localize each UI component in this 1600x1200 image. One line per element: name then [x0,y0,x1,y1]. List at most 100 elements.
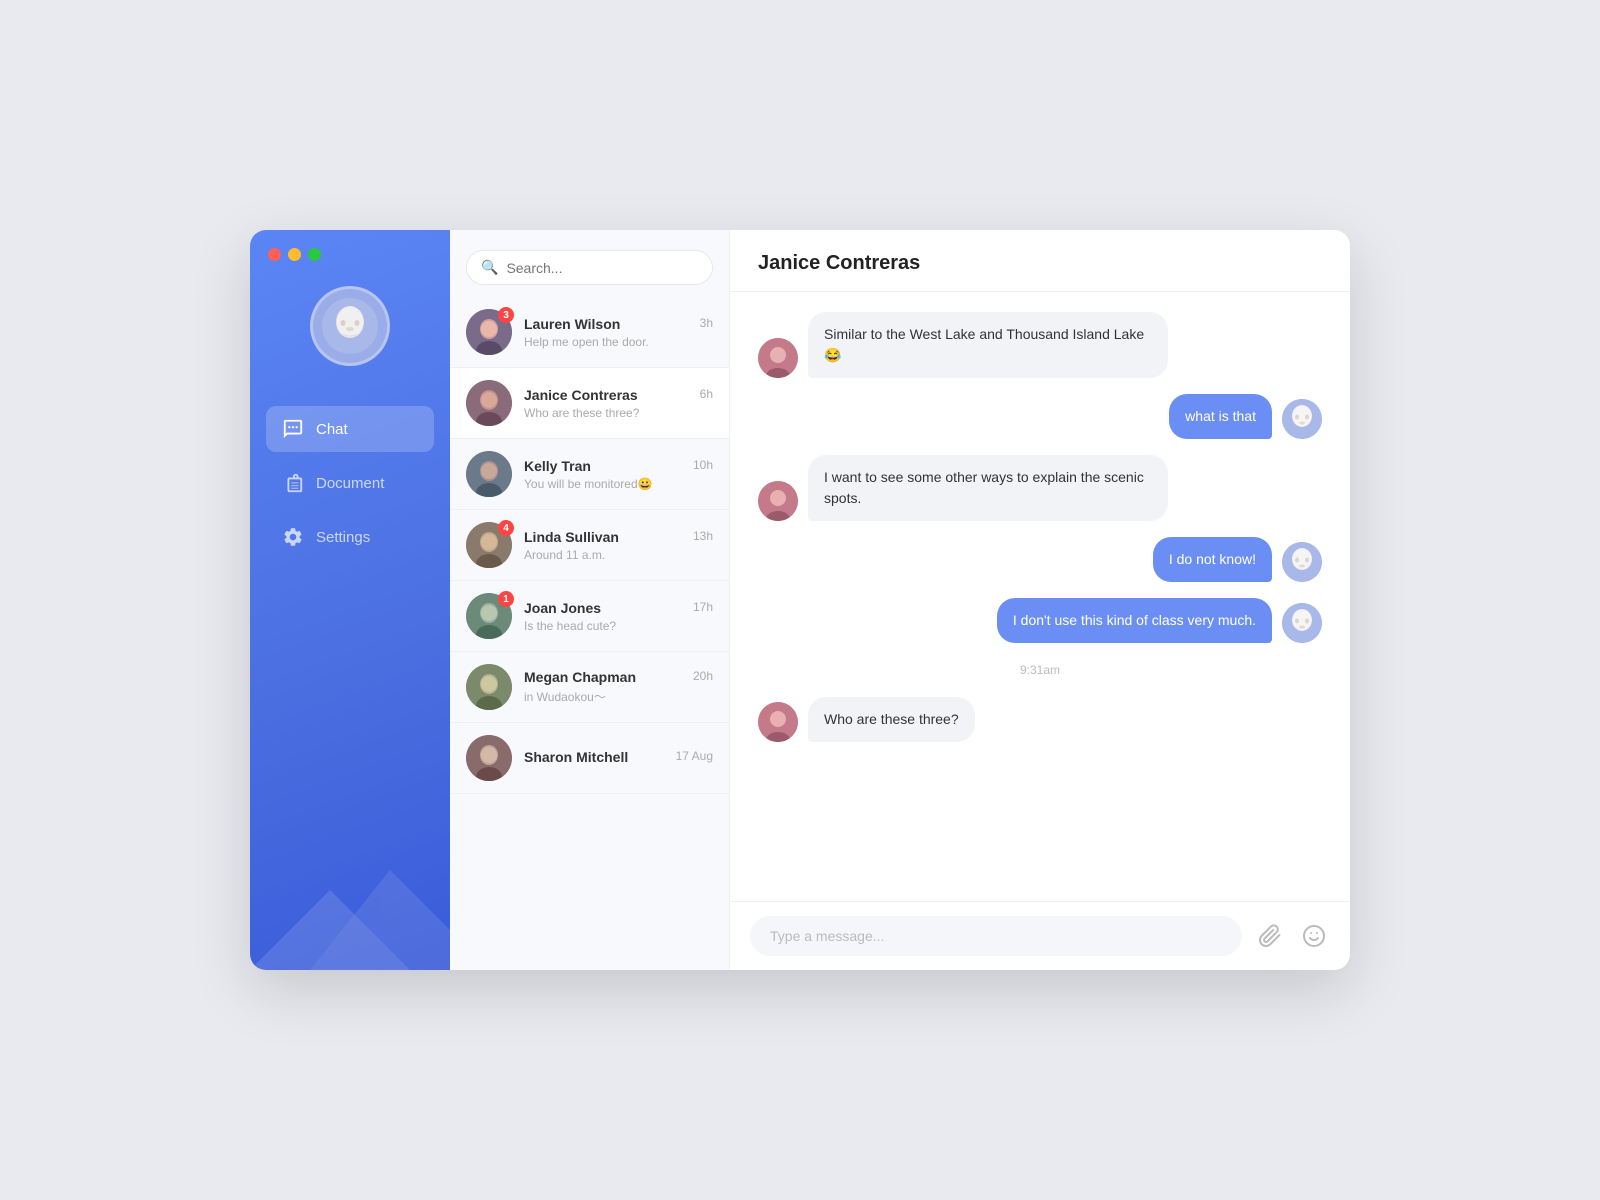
contact-info-linda: Linda Sullivan 13h Around 11 a.m. [524,529,713,562]
chat-messages: Similar to the West Lake and Thousand Is… [730,292,1350,901]
contact-item-joan[interactable]: 1 Joan Jones 17h Is the head cute? [450,581,729,652]
sidebar-chat-label: Chat [316,421,348,438]
contact-item-megan[interactable]: Megan Chapman 20h in Wudaokou～ [450,652,729,723]
contact-name-lauren: Lauren Wilson 3h [524,316,713,332]
contact-time-megan: 20h [693,669,713,685]
message-input[interactable] [750,916,1242,956]
contact-item-kelly[interactable]: Kelly Tran 10h You will be monitored😀 [450,439,729,510]
app-window: Chat Document Settings [250,230,1350,970]
message-avatar-user-2 [1282,542,1322,582]
contact-avatar-wrap-sharon [466,735,512,781]
contact-time-joan: 17h [693,600,713,616]
message-row-3: I want to see some other ways to explain… [758,455,1322,521]
attach-button[interactable] [1254,920,1286,952]
emoji-button[interactable] [1298,920,1330,952]
message-avatar-janice-2 [758,481,798,521]
message-row-5: I don't use this kind of class very much… [758,598,1322,643]
contact-avatar-wrap-megan [466,664,512,710]
contact-time-linda: 13h [693,529,713,545]
contact-avatar-wrap-joan: 1 [466,593,512,639]
contact-item-lauren[interactable]: 3 Lauren Wilson 3h Help me open the door… [450,297,729,368]
emoji-icon [1302,924,1326,948]
contact-preview-megan: in Wudaokou～ [524,688,713,705]
contact-avatar-sharon [466,735,512,781]
message-bubble-4: I do not know! [1153,537,1272,582]
search-bar: 🔍 [450,230,729,297]
badge-joan: 1 [498,591,514,607]
settings-icon [282,526,304,548]
sidebar: Chat Document Settings [250,230,450,970]
chat-input-row [730,901,1350,970]
message-bubble-2: what is that [1169,394,1272,439]
contact-name-joan: Joan Jones 17h [524,600,713,616]
traffic-lights [268,248,321,261]
contact-time-janice: 6h [700,387,713,403]
contact-info-kelly: Kelly Tran 10h You will be monitored😀 [524,458,713,491]
chat-header: Janice Contreras [730,230,1350,292]
contact-avatar-wrap-lauren: 3 [466,309,512,355]
contact-preview-kelly: You will be monitored😀 [524,477,713,491]
message-row-2: what is that [758,394,1322,439]
message-row-1: Similar to the West Lake and Thousand Is… [758,312,1322,378]
contact-avatar-wrap-janice [466,380,512,426]
user-avatar [310,286,390,366]
contact-info-sharon: Sharon Mitchell 17 Aug [524,749,713,768]
contacts-scroll: 3 Lauren Wilson 3h Help me open the door… [450,297,729,970]
contact-item-sharon[interactable]: Sharon Mitchell 17 Aug [450,723,729,794]
maximize-button[interactable] [308,248,321,261]
close-button[interactable] [268,248,281,261]
message-avatar-janice-1 [758,338,798,378]
message-avatar-user-1 [1282,399,1322,439]
time-divider: 9:31am [758,659,1322,681]
contact-item-janice[interactable]: Janice Contreras 6h Who are these three? [450,368,729,439]
message-avatar-user-3 [1282,603,1322,643]
sidebar-navigation: Chat Document Settings [250,406,450,560]
badge-linda: 4 [498,520,514,536]
contact-name-linda: Linda Sullivan 13h [524,529,713,545]
search-input[interactable] [506,260,698,276]
sidebar-document-label: Document [316,475,384,492]
sidebar-item-document[interactable]: Document [266,460,434,506]
contact-info-janice: Janice Contreras 6h Who are these three? [524,387,713,420]
contact-preview-linda: Around 11 a.m. [524,548,713,562]
contact-preview-lauren: Help me open the door. [524,335,713,349]
chat-header-name: Janice Contreras [758,252,1322,275]
sidebar-item-settings[interactable]: Settings [266,514,434,560]
document-icon [282,472,304,494]
contact-name-sharon: Sharon Mitchell 17 Aug [524,749,713,765]
paperclip-icon [1258,924,1282,948]
contact-preview-janice: Who are these three? [524,406,713,420]
contact-info-megan: Megan Chapman 20h in Wudaokou～ [524,669,713,705]
contact-name-kelly: Kelly Tran 10h [524,458,713,474]
message-avatar-janice-3 [758,702,798,742]
sidebar-settings-label: Settings [316,529,370,546]
message-row-7: Who are these three? [758,697,1322,742]
search-input-wrap[interactable]: 🔍 [466,250,713,285]
contact-list: 🔍 3 Lauren Wilson 3h Help me [450,230,730,970]
chat-icon [282,418,304,440]
mountain-decoration [250,850,450,970]
contact-time-kelly: 10h [693,458,713,474]
contact-preview-joan: Is the head cute? [524,619,713,633]
message-bubble-7: Who are these three? [808,697,975,742]
message-bubble-5: I don't use this kind of class very much… [997,598,1272,643]
contact-avatar-megan [466,664,512,710]
message-row-4: I do not know! [758,537,1322,582]
contact-name-megan: Megan Chapman 20h [524,669,713,685]
sidebar-item-chat[interactable]: Chat [266,406,434,452]
chat-area: Janice Contreras Similar to the West Lak… [730,230,1350,970]
minimize-button[interactable] [288,248,301,261]
contact-time-lauren: 3h [700,316,713,332]
contact-avatar-wrap-kelly [466,451,512,497]
contact-avatar-wrap-linda: 4 [466,522,512,568]
contact-info-lauren: Lauren Wilson 3h Help me open the door. [524,316,713,349]
search-icon: 🔍 [481,259,498,276]
contact-name-janice: Janice Contreras 6h [524,387,713,403]
badge-lauren: 3 [498,307,514,323]
contact-time-sharon: 17 Aug [676,749,713,765]
message-bubble-1: Similar to the West Lake and Thousand Is… [808,312,1168,378]
contact-item-linda[interactable]: 4 Linda Sullivan 13h Around 11 a.m. [450,510,729,581]
contact-info-joan: Joan Jones 17h Is the head cute? [524,600,713,633]
contact-avatar-janice [466,380,512,426]
message-bubble-3: I want to see some other ways to explain… [808,455,1168,521]
